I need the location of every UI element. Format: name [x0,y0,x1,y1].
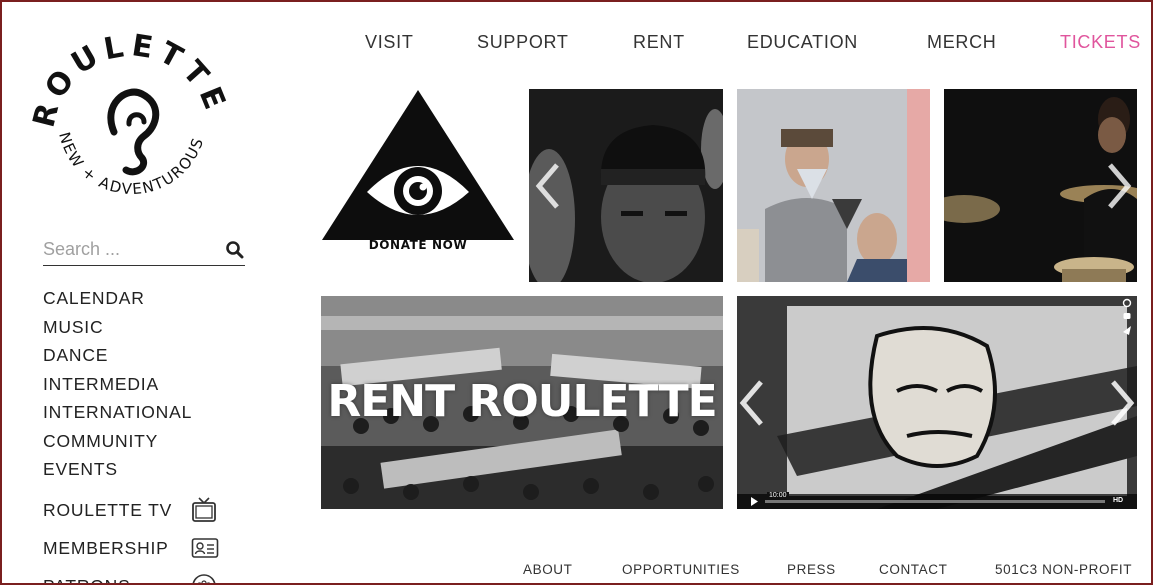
topnav-tickets[interactable]: TICKETS [1060,32,1141,53]
roulette-logo[interactable]: ROULETTE NEW + ADVENTUROUS [32,24,232,224]
topnav-visit[interactable]: VISIT [365,32,414,53]
slider-prev-icon[interactable] [737,378,767,428]
svg-text:NEW + ADVENTUROUS: NEW + ADVENTUROUS [55,130,207,198]
video-side-controls-icon[interactable] [1120,298,1134,338]
footer-opportunities-link[interactable]: OPPORTUNITIES [622,562,740,577]
rent-roulette-banner[interactable]: RENT ROULETTE [321,296,723,509]
sidebar-item-membership[interactable]: MEMBERSHIP [43,529,219,567]
search-input[interactable] [43,239,203,260]
slider-prev-icon[interactable] [533,161,563,211]
sidebar-item-music[interactable]: MUSIC [43,315,192,344]
slider-next-icon[interactable] [1104,161,1134,211]
slide-photo [737,89,930,282]
slide-photo-group[interactable] [737,89,930,282]
member-card-icon [191,538,219,558]
tv-icon [192,497,216,522]
footer-nonprofit-link[interactable]: 501C3 NON-PROFIT [995,562,1132,577]
sidebar-item-calendar[interactable]: CALENDAR [43,286,192,315]
search-bar [43,234,245,266]
sidebar-item-events[interactable]: EVENTS [43,457,192,486]
sidebar-item-patrons[interactable]: PATRONS [43,567,219,584]
sidebar-nav: CALENDAR MUSIC DANCE INTERMEDIA INTERNAT… [43,286,192,486]
footer-about-link[interactable]: ABOUT [523,562,573,577]
topnav-support[interactable]: SUPPORT [477,32,569,53]
ear-icon [107,88,160,176]
search-icon[interactable] [225,240,245,260]
sidebar-item-international[interactable]: INTERNATIONAL [43,400,192,429]
sidebar-item-intermedia[interactable]: INTERMEDIA [43,372,192,401]
page-frame: ROULETTE NEW + ADVENTUROUS CALENDAR MUSI… [0,0,1153,585]
sidebar-item-dance[interactable]: DANCE [43,343,192,372]
donate-now-label: DONATE NOW [368,238,468,252]
video-player[interactable]: 10:00 HD [737,296,1137,509]
slide-photo-drummer[interactable] [944,89,1137,282]
eye-triangle-icon [322,90,514,240]
sidebar-item-roulette-tv[interactable]: ROULETTE TV [43,491,219,529]
rent-roulette-title: RENT ROULETTE [327,376,717,427]
donate-tile[interactable]: DONATE NOW [321,88,515,282]
sidebar-item-label: ROULETTE TV [43,499,173,520]
sidebar-item-label: MEMBERSHIP [43,537,169,558]
topnav-merch[interactable]: MERCH [927,32,997,53]
slider-next-icon[interactable] [1107,378,1137,428]
video-frame [737,296,1137,509]
sidebar-item-community[interactable]: COMMUNITY [43,429,192,458]
video-timestamp: 10:00 [767,492,789,499]
sidebar-extras: ROULETTE TV MEMBERSHIP PATRONS [43,491,219,584]
patrons-icon [192,574,216,583]
slide-photo-man-beanie[interactable] [529,89,723,282]
topnav-rent[interactable]: RENT [633,32,685,53]
sidebar-item-label: PATRONS [43,576,191,584]
footer-press-link[interactable]: PRESS [787,562,836,577]
topnav-education[interactable]: EDUCATION [747,32,858,53]
video-hd-badge[interactable]: HD [1113,497,1123,504]
footer-contact-link[interactable]: CONTACT [879,562,947,577]
